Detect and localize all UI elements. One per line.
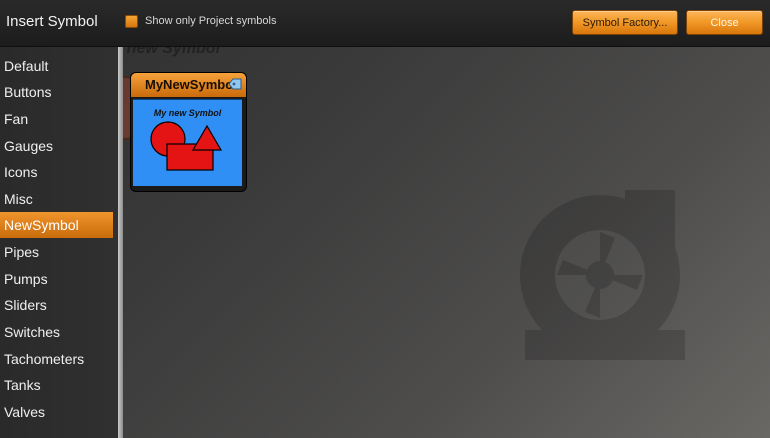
tag-icon[interactable] (228, 78, 242, 90)
symbol-tile[interactable]: MyNewSymbol My new Symbol (130, 72, 247, 192)
category-label: Switches (4, 324, 61, 340)
category-item[interactable]: Misc (0, 186, 113, 212)
symbol-preview-caption: My new Symbol (153, 108, 222, 118)
category-label: Valves (4, 404, 45, 420)
close-button[interactable]: Close (686, 10, 763, 35)
category-label: Misc (4, 191, 33, 207)
category-item-selected[interactable]: NewSymbol (0, 212, 113, 238)
category-item[interactable]: Buttons (0, 79, 113, 105)
dialog-header: Insert Symbol Show only Project symbols … (0, 0, 770, 47)
project-symbols-label[interactable]: Show only Project symbols (145, 15, 276, 27)
category-item[interactable]: Tachometers (0, 346, 113, 372)
category-label: Tachometers (4, 351, 85, 367)
project-symbols-checkbox[interactable] (125, 14, 138, 28)
sidebar-splitter[interactable] (118, 47, 123, 438)
category-label: Gauges (4, 138, 54, 154)
symbol-tile-header: MyNewSymbol (131, 73, 246, 97)
category-label: Pumps (4, 271, 48, 287)
insert-symbol-dialog: My new Symbol Insert Symbol Show only Pr… (0, 0, 770, 438)
category-label: Default (4, 58, 49, 74)
category-item[interactable]: Gauges (0, 133, 113, 159)
symbol-shapes-graphic (150, 121, 223, 171)
category-sidebar: Default Buttons Fan Gauges Icons Misc Ne… (0, 47, 118, 438)
category-item[interactable]: Fan (0, 106, 113, 132)
category-item[interactable]: Switches (0, 319, 113, 345)
category-label: Sliders (4, 297, 47, 313)
project-symbols-filter[interactable]: Show only Project symbols (125, 13, 276, 29)
category-item[interactable]: Pumps (0, 266, 113, 292)
fan-watermark-icon (520, 190, 685, 360)
category-label: Buttons (4, 84, 52, 100)
category-label: NewSymbol (4, 217, 79, 233)
symbol-factory-button[interactable]: Symbol Factory... (572, 10, 678, 35)
category-item[interactable]: Valves (0, 399, 113, 425)
category-label: Icons (4, 164, 38, 180)
dialog-title: Insert Symbol (6, 13, 98, 30)
category-item[interactable]: Tanks (0, 372, 113, 398)
category-item[interactable]: Icons (0, 159, 113, 185)
category-label: Pipes (4, 244, 40, 260)
category-label: Fan (4, 111, 29, 127)
symbol-name: MyNewSymbol (145, 77, 237, 92)
category-item[interactable]: Sliders (0, 292, 113, 318)
symbol-preview: My new Symbol (133, 99, 242, 186)
category-item[interactable]: Pipes (0, 239, 113, 265)
category-item[interactable]: Default (0, 53, 113, 79)
category-label: Tanks (4, 377, 41, 393)
